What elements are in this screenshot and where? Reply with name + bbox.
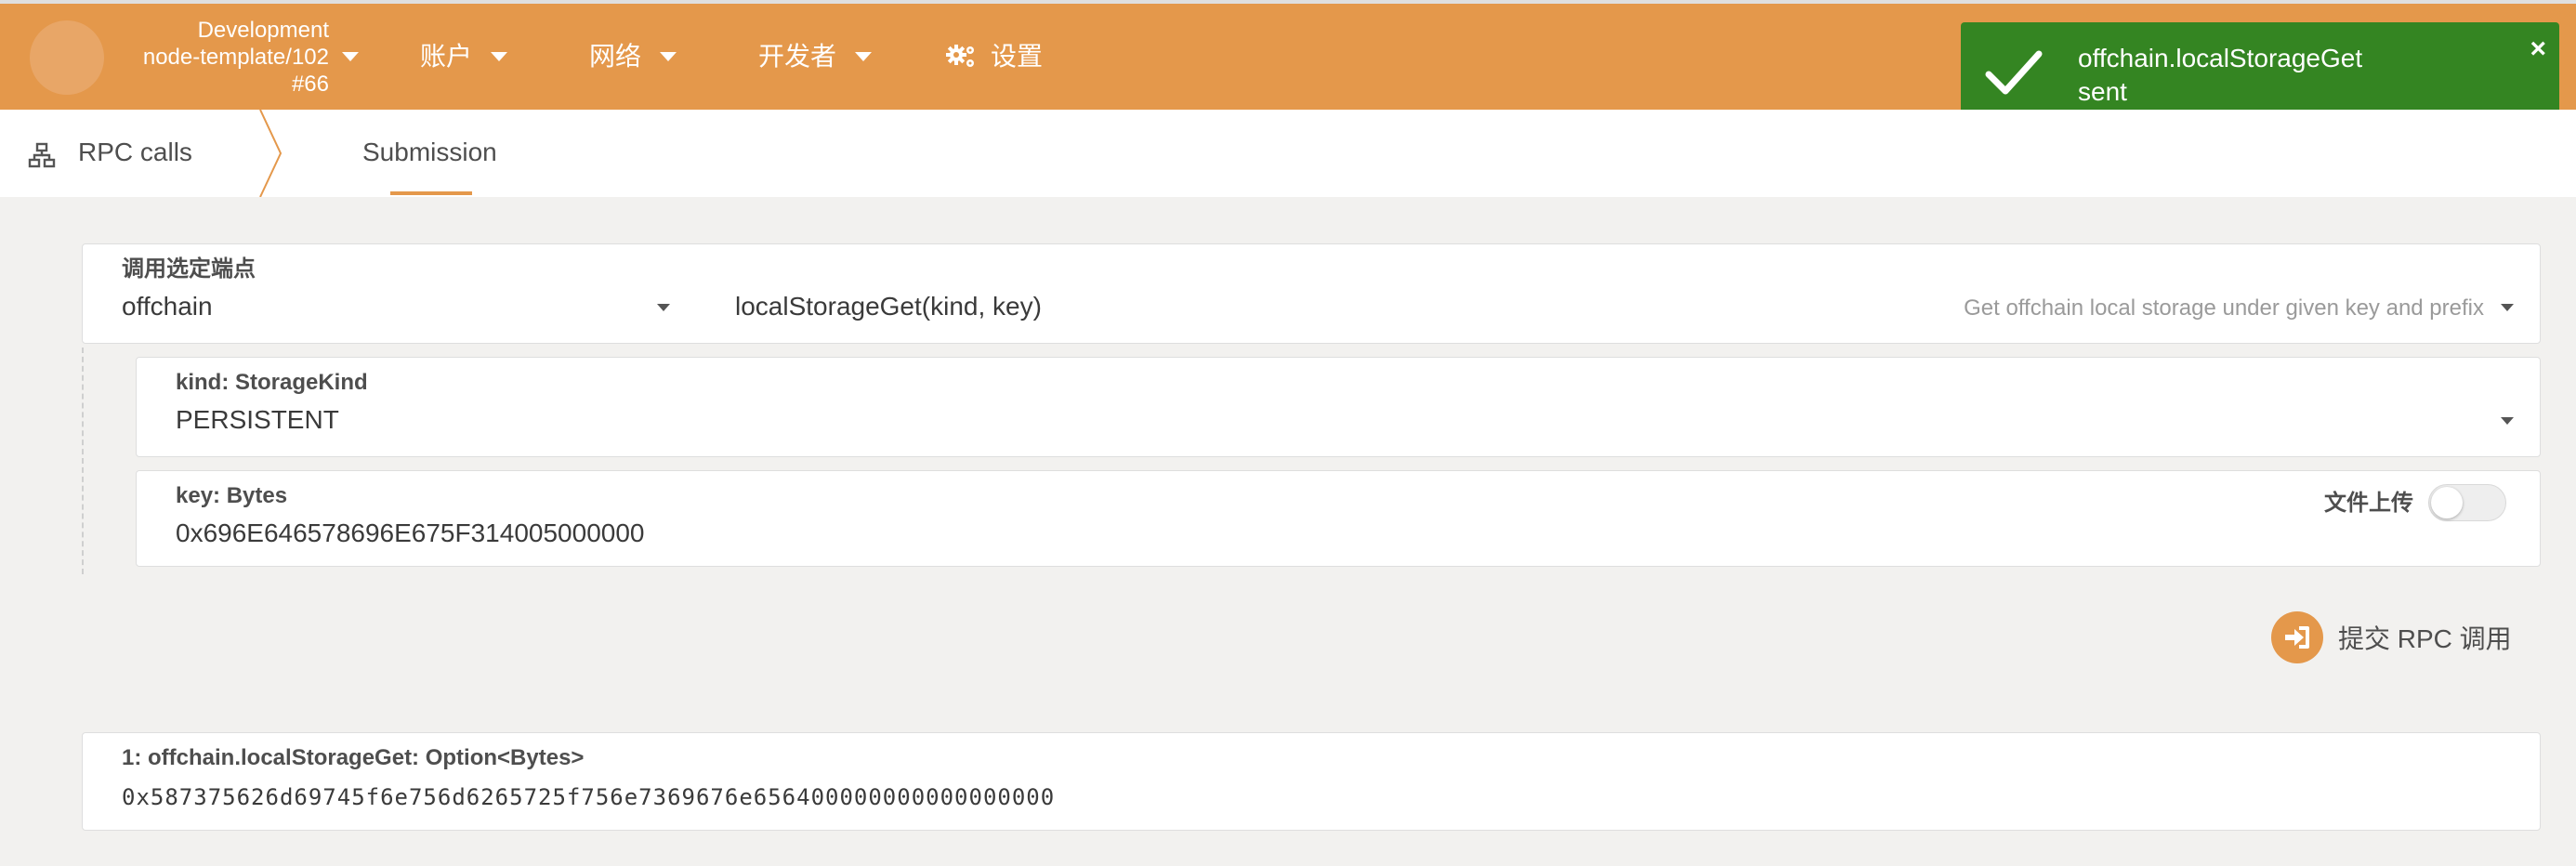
param-kind[interactable]: kind: StorageKind PERSISTENT: [136, 357, 2541, 457]
method-dropdown[interactable]: localStorageGet(kind, key): [735, 291, 1042, 322]
submit-label: 提交 RPC 调用: [2338, 624, 2512, 653]
breadcrumb-separator: [259, 110, 283, 197]
chain-logo[interactable]: [30, 20, 104, 95]
param-kind-value[interactable]: PERSISTENT: [176, 404, 339, 436]
active-tab-indicator: [390, 191, 472, 195]
nav-accounts-label: 账户: [420, 42, 473, 71]
file-upload-toggle[interactable]: [2428, 484, 2506, 521]
param-key: key: Bytes 0x696E646578696E675F314005000…: [136, 470, 2541, 567]
result-value: 0x587375626d69745f6e756d6265725f756e7369…: [122, 784, 1056, 810]
chevron-down-icon[interactable]: [2501, 304, 2514, 311]
chevron-down-icon: [855, 52, 873, 61]
sitemap-icon: [28, 142, 56, 168]
nav-settings-label: 设置: [991, 42, 1044, 71]
chevron-down-icon: [660, 52, 677, 61]
chevron-down-icon: [491, 52, 508, 61]
submit-rpc-button[interactable]: 提交 RPC 调用: [2271, 611, 2512, 663]
result-label: 1: offchain.localStorageGet: Option<Byte…: [122, 745, 585, 770]
toast-title: offchain.localStorageGet: [2078, 44, 2363, 72]
nav-settings[interactable]: 设置: [944, 41, 1043, 72]
endpoint-selector: 调用选定端点 offchain localStorageGet(kind, ke…: [82, 243, 2541, 344]
section-title: RPC calls: [78, 138, 192, 166]
param-key-label: key: Bytes: [176, 483, 288, 508]
rpc-result: 1: offchain.localStorageGet: Option<Byte…: [82, 732, 2541, 831]
param-key-input[interactable]: 0x696E646578696E675F314005000000: [176, 518, 644, 549]
nav-accounts[interactable]: 账户: [420, 41, 508, 72]
nav-developer[interactable]: 开发者: [758, 41, 873, 72]
chevron-down-icon[interactable]: [342, 52, 359, 61]
chain-selector[interactable]: Development node-template/102 #66: [110, 17, 329, 98]
endpoint-label: 调用选定端点: [122, 256, 256, 282]
tab-submission[interactable]: Submission: [362, 138, 497, 167]
nav-developer-label: 开发者: [758, 42, 837, 71]
checkmark-icon: [1985, 50, 2043, 95]
param-kind-label: kind: StorageKind: [176, 370, 368, 395]
params-indent-line: [82, 348, 84, 574]
nav-network-label: 网络: [589, 42, 642, 71]
sub-navigation: RPC calls Submission: [0, 110, 2576, 197]
section-dropdown[interactable]: offchain: [122, 291, 213, 322]
toggle-knob: [2431, 487, 2463, 518]
chain-block: #66: [291, 72, 329, 97]
chain-name: Development: [197, 18, 329, 43]
method-description: Get offchain local storage under given k…: [1964, 295, 2484, 321]
toast-status: sent: [2078, 77, 2127, 106]
chain-runtime: node-template/102: [142, 45, 329, 70]
close-icon[interactable]: ×: [2530, 33, 2546, 65]
chevron-down-icon[interactable]: [657, 304, 670, 311]
file-upload-label: 文件上传: [2324, 491, 2413, 516]
cogs-icon: [946, 45, 974, 67]
chevron-down-icon[interactable]: [2501, 417, 2514, 425]
sign-in-icon: [2271, 611, 2323, 663]
nav-network[interactable]: 网络: [589, 41, 677, 72]
